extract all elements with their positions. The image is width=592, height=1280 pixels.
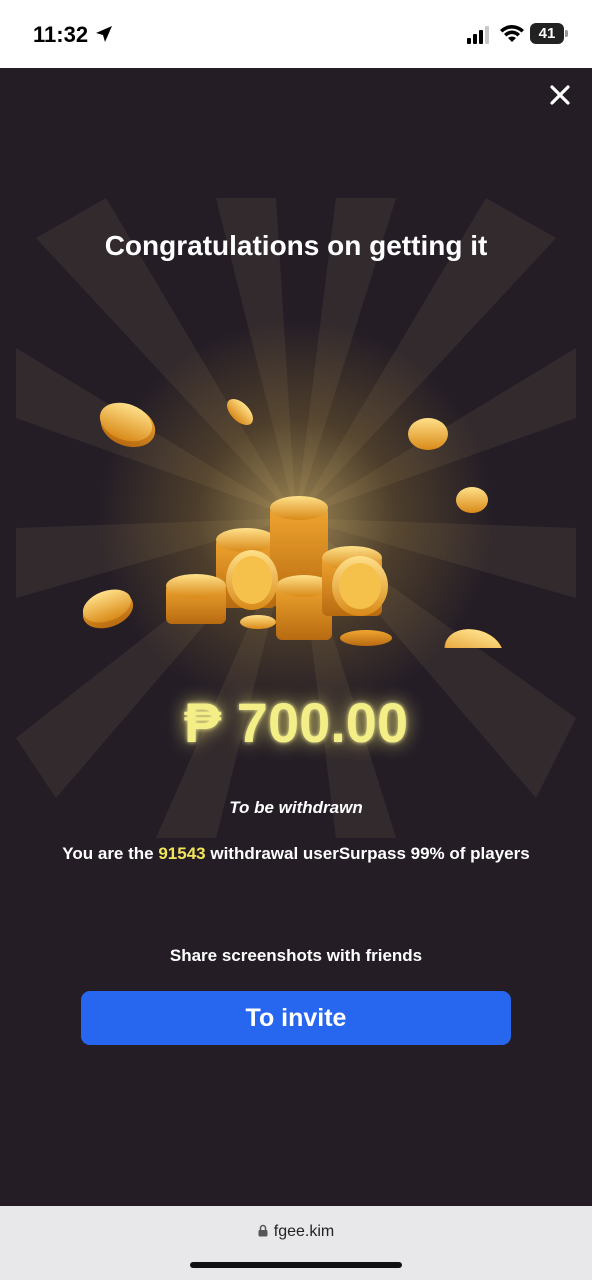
close-icon[interactable] bbox=[548, 83, 572, 107]
invite-button[interactable]: To invite bbox=[81, 991, 511, 1045]
status-time: 11:32 bbox=[33, 22, 89, 47]
battery-tip bbox=[565, 30, 568, 37]
wifi-icon bbox=[500, 25, 524, 42]
withdraw-status: To be withdrawn bbox=[229, 798, 363, 817]
url-text: fgee.kim bbox=[273, 1223, 335, 1240]
rank-prefix: You are the bbox=[62, 844, 159, 863]
share-prompt: Share screenshots with friends bbox=[169, 946, 423, 965]
rank-suffix: withdrawal userSurpass 99% of players bbox=[205, 844, 530, 863]
url-display[interactable]: fgee.kim bbox=[0, 1223, 592, 1241]
location-arrow-icon bbox=[96, 26, 112, 42]
modal-title: Congratulations on getting it bbox=[104, 230, 488, 261]
reward-modal: Congratulations on getting it ₱ 700.00 T… bbox=[0, 68, 592, 1206]
battery-icon: 41 bbox=[530, 23, 564, 44]
reward-amount: ₱ 700.00 bbox=[183, 691, 409, 754]
lock-icon bbox=[258, 1224, 268, 1237]
status-bar: 11:32 41 bbox=[0, 0, 592, 68]
rank-text: You are the 91543 withdrawal userSurpass… bbox=[60, 842, 532, 865]
rank-number: 91543 bbox=[158, 844, 206, 863]
browser-address-bar[interactable]: fgee.kim bbox=[0, 1206, 592, 1280]
signal-icon bbox=[467, 26, 489, 44]
home-indicator[interactable] bbox=[190, 1262, 402, 1268]
coin-pile-illustration bbox=[82, 399, 504, 648]
